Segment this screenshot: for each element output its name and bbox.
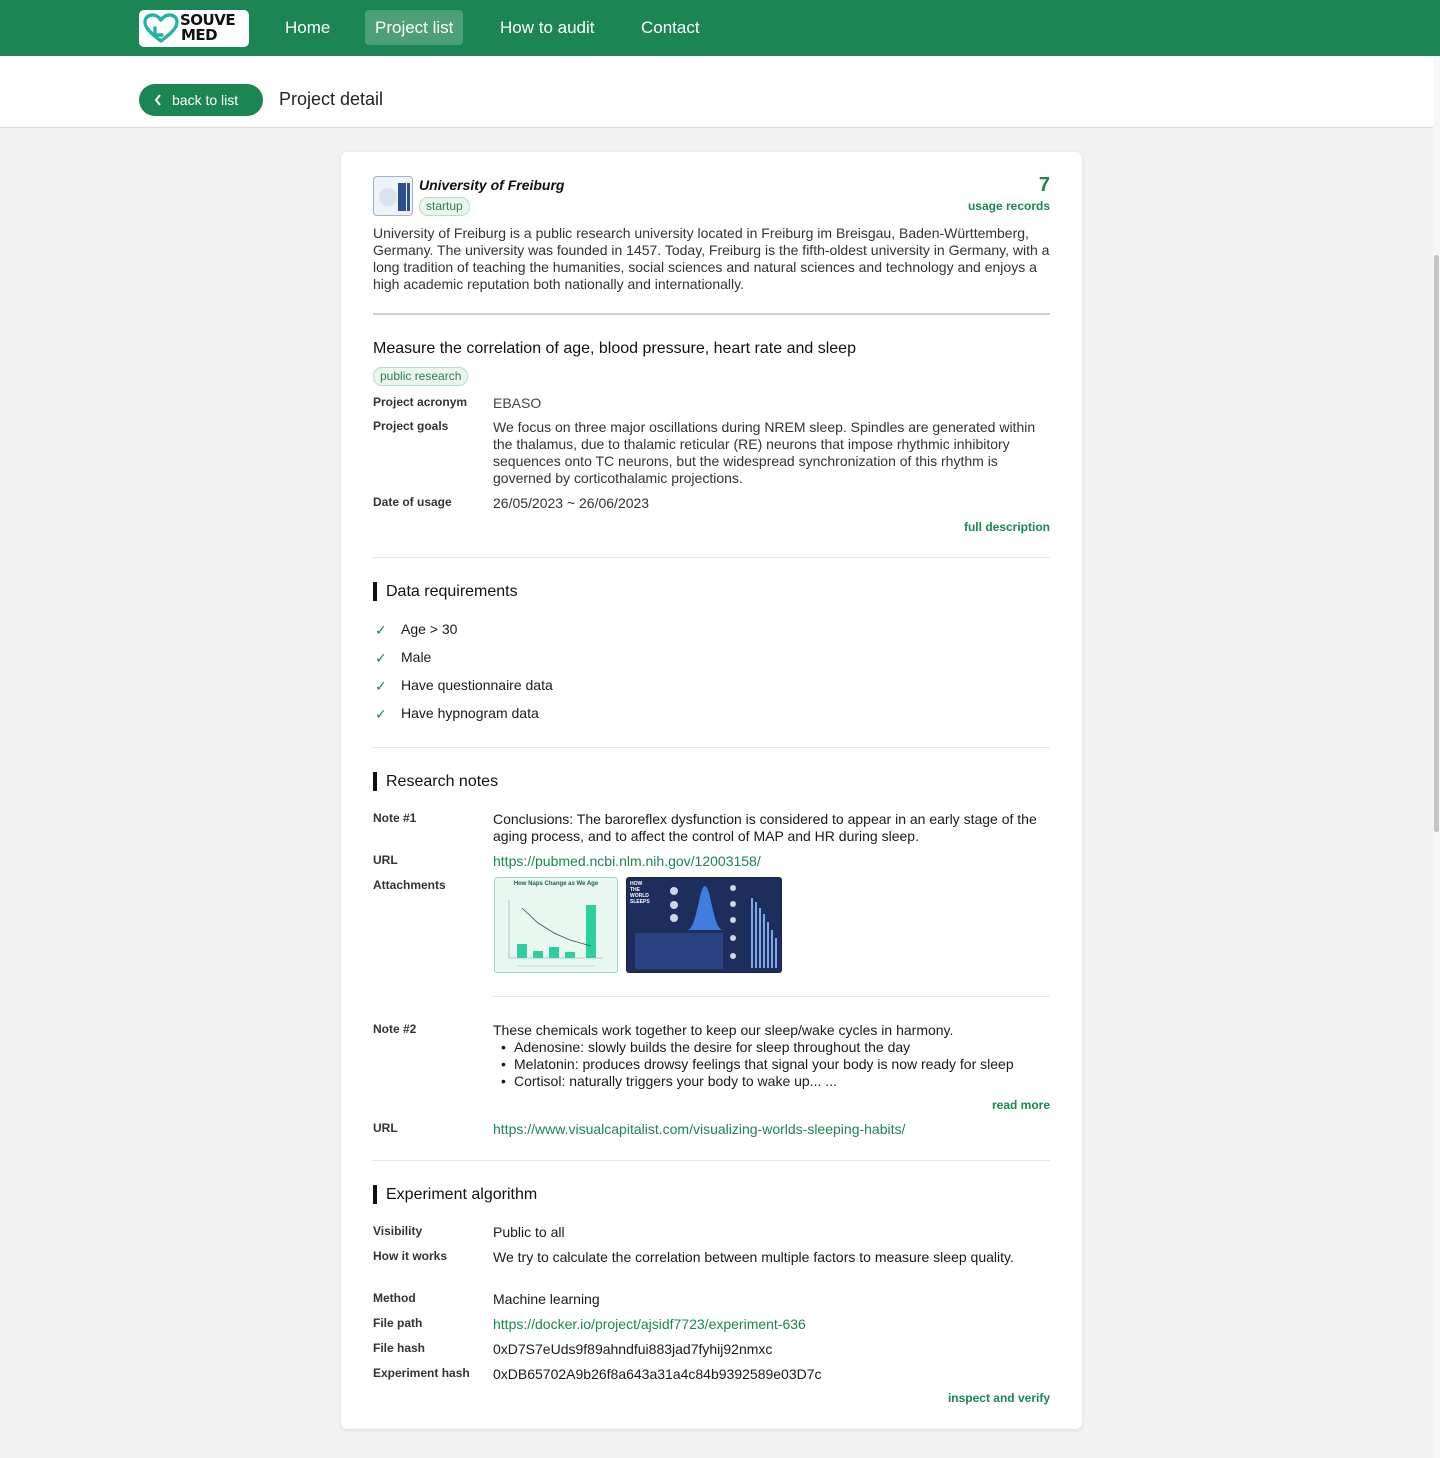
file-path-label: File path xyxy=(373,1316,423,1330)
nav-how-to-audit[interactable]: How to audit xyxy=(490,10,605,45)
attachments-label: Attachments xyxy=(373,878,446,892)
note-2-url-label: URL xyxy=(373,1121,398,1135)
note-1-url-link[interactable]: https://pubmed.ncbi.nlm.nih.gov/12003158… xyxy=(493,853,1050,870)
note-2-url-link[interactable]: https://www.visualcapitalist.com/visuali… xyxy=(493,1121,1050,1138)
check-icon: ✓ xyxy=(375,622,387,638)
organization-type-badge: startup xyxy=(419,197,470,216)
visibility-value: Public to all xyxy=(493,1224,565,1240)
date-of-usage-label: Date of usage xyxy=(373,495,452,509)
organization-name: University of Freiburg xyxy=(419,177,565,193)
date-of-usage-value: 26/05/2023 ~ 26/06/2023 xyxy=(493,495,650,511)
chevron-left-icon xyxy=(154,84,162,117)
attachment-thumbnail[interactable]: https://www.visualcapitalist.com/visuali… xyxy=(626,877,782,973)
page-header: back to list Project detail xyxy=(0,56,1433,128)
inspect-and-verify-link[interactable]: inspect and verify xyxy=(948,1391,1050,1405)
back-to-list-label: back to list xyxy=(172,92,239,108)
list-item: Adenosine: slowly builds the desire for … xyxy=(493,1039,1050,1056)
logo-text: SOUVE MED xyxy=(180,11,236,44)
divider xyxy=(373,747,1050,748)
nav-project-list[interactable]: Project list xyxy=(365,10,464,45)
note-1-label: Note #1 xyxy=(373,811,417,825)
note-2-text: These chemicals work together to keep ou… xyxy=(493,1022,1050,1090)
project-acronym-value: EBASO xyxy=(493,395,542,411)
list-item: Cortisol: naturally triggers your body t… xyxy=(493,1073,1050,1090)
experiment-algorithm-heading: Experiment algorithm xyxy=(373,1185,537,1204)
usage-records-label: usage records xyxy=(967,199,1050,213)
full-description-link[interactable]: full description xyxy=(964,520,1050,534)
divider xyxy=(373,557,1050,558)
divider xyxy=(373,1160,1050,1161)
project-detail-card: University of Freiburg startup 7 usage r… xyxy=(341,152,1082,1429)
page-title: Project detail xyxy=(279,89,384,109)
check-icon: ✓ xyxy=(375,706,387,722)
top-navbar: SOUVE MED Home Project list How to audit… xyxy=(0,0,1440,56)
experiment-hash-label: Experiment hash xyxy=(373,1366,470,1380)
method-label: Method xyxy=(373,1291,416,1305)
read-more-link[interactable]: read more xyxy=(992,1098,1050,1112)
organization-description: University of Freiburg is a public resea… xyxy=(373,225,1050,292)
back-to-list-button[interactable]: back to list xyxy=(139,84,263,116)
data-requirements-heading: Data requirements xyxy=(373,582,518,601)
note-2-intro: These chemicals work together to keep ou… xyxy=(493,1022,954,1038)
list-item: Melatonin: produces drowsy feelings that… xyxy=(493,1056,1050,1073)
university-logo xyxy=(373,176,413,216)
visibility-label: Visibility xyxy=(373,1224,423,1238)
souvemed-logo[interactable]: SOUVE MED xyxy=(139,10,249,47)
check-icon: ✓ xyxy=(375,678,387,694)
nav-contact[interactable]: Contact xyxy=(631,10,710,45)
project-goals-label: Project goals xyxy=(373,419,449,433)
nav-home[interactable]: Home xyxy=(275,10,340,45)
heart-logo-icon xyxy=(143,13,179,43)
note-1-url-label: URL xyxy=(373,853,398,867)
method-value: Machine learning xyxy=(493,1291,600,1307)
project-title: Measure the correlation of age, blood pr… xyxy=(373,340,856,357)
divider xyxy=(373,313,1050,315)
note-1-text: Conclusions: The baroreflex dysfunction … xyxy=(493,811,1037,844)
note-2-label: Note #2 xyxy=(373,1022,417,1036)
project-category-badge: public research xyxy=(373,367,469,386)
how-it-works-value: We try to calculate the correlation betw… xyxy=(493,1249,1014,1265)
file-hash-value: 0xD7S7eUds9f89ahndfui883jad7fyhij92nmxc xyxy=(493,1341,773,1357)
research-notes-heading: Research notes xyxy=(373,772,498,791)
project-goals-value: We focus on three major oscillations dur… xyxy=(493,419,1036,486)
check-icon: ✓ xyxy=(375,650,387,666)
note-2-bullet-list: Adenosine: slowly builds the desire for … xyxy=(493,1039,1050,1090)
divider xyxy=(493,996,1050,997)
attachment-thumbnail[interactable]: How Naps Change as We Age xyxy=(494,877,618,973)
scrollbar-thumb[interactable] xyxy=(1434,255,1439,832)
experiment-hash-value: 0xDB65702A9b26f8a643a31a4c84b9392589e03D… xyxy=(493,1366,822,1382)
project-acronym-label: Project acronym xyxy=(373,395,468,409)
how-it-works-label: How it works xyxy=(373,1249,448,1263)
usage-records-count: 7 xyxy=(1038,174,1050,196)
file-path-link[interactable]: https://docker.io/project/ajsidf7723/exp… xyxy=(493,1316,1050,1333)
file-hash-label: File hash xyxy=(373,1341,426,1355)
